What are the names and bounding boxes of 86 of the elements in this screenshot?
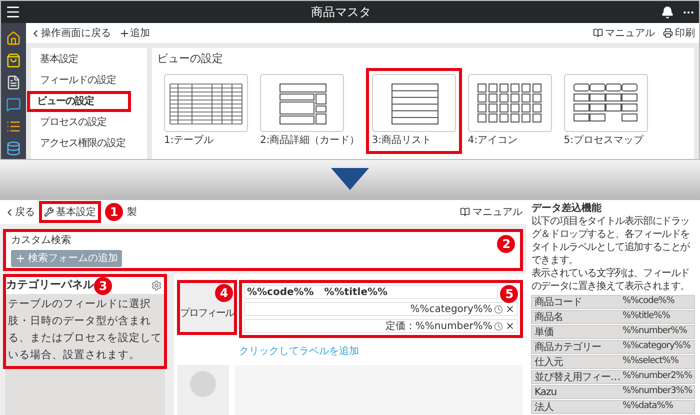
field-token: %%code%% [622, 295, 674, 308]
section-title: カスタム検索 [11, 234, 72, 248]
profile-label: プロフィール [180, 306, 234, 321]
field-token: %%title%% [622, 310, 670, 324]
number-badge: 3 [94, 276, 112, 294]
field-name: 商品コード [534, 296, 583, 310]
field-name: 法人 [534, 400, 554, 414]
list-icon[interactable] [6, 119, 21, 134]
label-row[interactable]: %%category%% [244, 302, 518, 316]
help-text: 表示されている文字列は、フィールドのデータに置き換えて表示されます。 [531, 267, 691, 293]
print-link[interactable]: 印刷 [663, 26, 695, 40]
book-icon [460, 207, 470, 217]
duplicate-link[interactable]: 製 [127, 204, 137, 220]
menu-item[interactable]: ビューの設定 [27, 91, 131, 112]
manual-link[interactable]: マニュアル [460, 204, 522, 220]
number-badge: 5 [500, 285, 518, 303]
panel-title: データ差込機能 [531, 203, 602, 215]
field-row[interactable]: 商品コード %%code%% [531, 295, 695, 309]
number-badge: 4 [215, 284, 233, 302]
field-name: 仕入元 [534, 356, 564, 370]
home-icon[interactable] [6, 31, 21, 46]
field-row[interactable]: 仕入元 %%select%% [531, 355, 695, 369]
label-text: %%category%% [410, 302, 492, 316]
field-token: %%number%% [622, 325, 687, 338]
menu-item[interactable]: 基本設定 [31, 49, 147, 70]
field-token: %%number3%% [622, 385, 692, 398]
field-row[interactable]: 商品名 %%title%% [531, 310, 695, 324]
down-arrow-icon [331, 168, 369, 190]
label-row[interactable]: %%code%% %%title%% [244, 285, 498, 299]
field-row[interactable]: 並び替え用フィー… %%number2%% [531, 370, 695, 384]
chat-icon[interactable] [6, 97, 21, 112]
label-row[interactable]: 定価：%%number%% [244, 319, 518, 333]
bell-icon[interactable] [661, 6, 674, 18]
printer-icon [663, 28, 673, 38]
bag-icon[interactable] [6, 53, 21, 68]
back-link[interactable]: 戻る [4, 204, 35, 220]
field-row[interactable]: 単価 %%number%% [531, 325, 695, 339]
database-icon[interactable] [6, 141, 21, 156]
number-badge: 1 [105, 203, 123, 221]
book-icon [593, 28, 603, 38]
view-type-label: 2:商品詳細（カード） [260, 134, 360, 148]
basic-settings-button[interactable]: 基本設定 [39, 201, 101, 223]
document-icon[interactable] [6, 75, 21, 90]
panel-title: カテゴリーパネル [6, 277, 94, 294]
field-token: %%select%% [622, 355, 678, 368]
avatar-placeholder [177, 365, 229, 415]
label-text: 定価：%%number%% [385, 320, 492, 334]
plus-icon [15, 253, 26, 264]
view-type-label: 5:プロセスマップ [564, 134, 645, 148]
field-row[interactable]: 法人 %%data%% [531, 400, 695, 414]
view-type-card[interactable] [564, 74, 648, 132]
field-name: Kazu [534, 386, 558, 400]
label-text: %%code%% %%title%% [247, 286, 388, 300]
view-type-label: 3:商品リスト [372, 134, 432, 148]
field-token: %%data%% [622, 400, 673, 414]
field-name: 商品カテゴリー [534, 340, 602, 354]
field-token: %%number2%% [622, 370, 692, 384]
menu-icon[interactable] [5, 4, 21, 20]
field-name: 商品名 [534, 310, 564, 324]
view-type-label: 1:テーブル [164, 134, 215, 148]
app-title: 商品マスタ [310, 4, 372, 21]
view-type-card[interactable] [164, 74, 248, 132]
view-type-card[interactable] [372, 74, 456, 132]
close-icon[interactable] [505, 304, 516, 314]
field-row[interactable]: Kazu %%number3%% [531, 385, 695, 399]
field-token: %%category%% [622, 340, 690, 354]
menu-item[interactable]: フィールドの設定 [31, 70, 147, 91]
add-link[interactable]: 追加 [119, 26, 150, 40]
panel-title: ビューの設定 [157, 51, 224, 67]
menu-item[interactable]: アクセス権限の設定 [31, 133, 147, 154]
back-link[interactable]: 操作画面に戻る [30, 26, 111, 40]
field-name: 並び替え用フィー… [534, 370, 621, 384]
number-badge: 2 [497, 235, 516, 253]
wrench-icon [44, 207, 54, 217]
field-row[interactable]: 商品カテゴリー %%category%% [531, 340, 695, 354]
menu-item[interactable]: プロセスの設定 [31, 112, 147, 133]
view-type-card[interactable] [468, 74, 552, 132]
field-name: 単価 [534, 326, 554, 340]
help-text: 以下の項目をタイトル表示部にドラッグ＆ドロップすると、各フィールドをタイトルラベルとして追加することができます。 [531, 215, 691, 267]
settings-icon[interactable] [151, 280, 162, 291]
view-type-card[interactable] [260, 74, 344, 132]
manual-link[interactable]: マニュアル [593, 26, 655, 40]
panel-description: テーブルのフィールドに選択肢・日時のデータ型が含まれる、またはプロセスを設定している場合、設置されます。 [7, 297, 163, 363]
close-icon[interactable] [505, 321, 516, 331]
view-type-label: 4:アイコン [468, 134, 518, 148]
plus-icon [119, 28, 130, 38]
